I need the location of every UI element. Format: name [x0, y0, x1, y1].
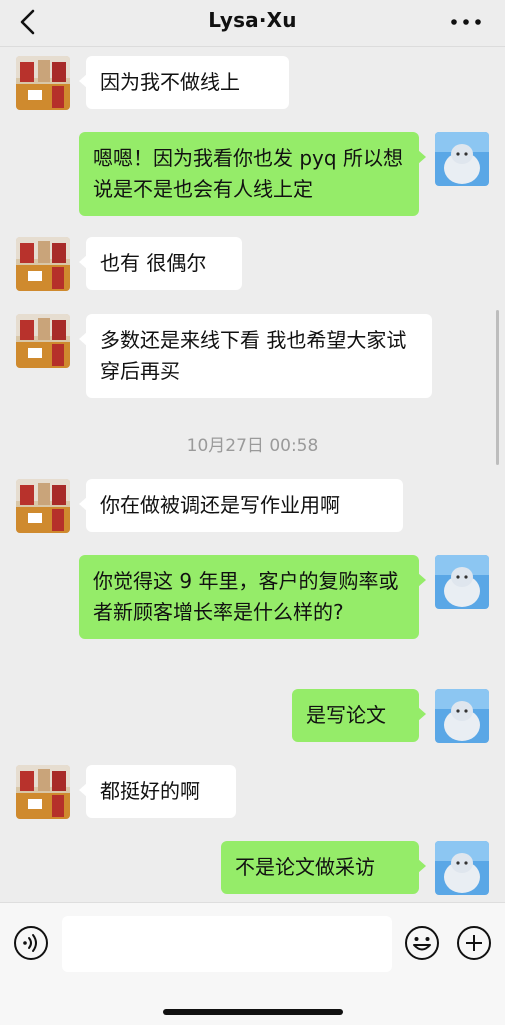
plus-icon[interactable] — [456, 925, 492, 961]
friend-avatar[interactable] — [16, 479, 70, 533]
message-bubble-friend[interactable]: 你在做被调还是写作业用啊 — [79, 479, 403, 532]
message-bubble-me[interactable]: 你觉得这 9 年里，客户的复购率或者新顾客增长率是什么样的? — [79, 555, 426, 639]
message-bubble-friend[interactable]: 都挺好的啊 — [79, 765, 236, 818]
more-dots-icon[interactable] — [449, 12, 483, 32]
message-bubble-friend[interactable]: 因为我不做线上 — [79, 56, 289, 109]
message-bubble-me[interactable]: 不是论文做采访 — [221, 841, 426, 894]
my-avatar[interactable] — [435, 555, 489, 609]
message-input[interactable] — [62, 916, 392, 972]
chat-title: Lysa·Xu — [208, 8, 297, 32]
voice-icon[interactable] — [13, 925, 49, 961]
friend-avatar[interactable] — [16, 237, 70, 291]
message-list[interactable]: 因为我不做线上 嗯嗯！因为我看你也发 pyq 所以想说是不是也会有人线上定 也有… — [0, 47, 505, 902]
emoji-icon[interactable] — [404, 925, 440, 961]
friend-avatar[interactable] — [16, 56, 70, 110]
scrollbar[interactable] — [496, 310, 499, 465]
input-bar — [0, 902, 505, 1025]
message-bubble-me[interactable]: 是写论文 — [292, 689, 426, 742]
my-avatar[interactable] — [435, 841, 489, 895]
message-timestamp: 10月27日 00:58 — [186, 436, 319, 456]
friend-avatar[interactable] — [16, 765, 70, 819]
message-bubble-friend[interactable]: 多数还是来线下看 我也希望大家试穿后再买 — [79, 314, 432, 398]
friend-avatar[interactable] — [16, 314, 70, 368]
message-bubble-me[interactable]: 嗯嗯！因为我看你也发 pyq 所以想说是不是也会有人线上定 — [79, 132, 426, 216]
chat-header: Lysa·Xu — [0, 0, 505, 47]
my-avatar[interactable] — [435, 132, 489, 186]
home-indicator — [163, 1009, 343, 1015]
my-avatar[interactable] — [435, 689, 489, 743]
message-bubble-friend[interactable]: 也有 很偶尔 — [79, 237, 242, 290]
